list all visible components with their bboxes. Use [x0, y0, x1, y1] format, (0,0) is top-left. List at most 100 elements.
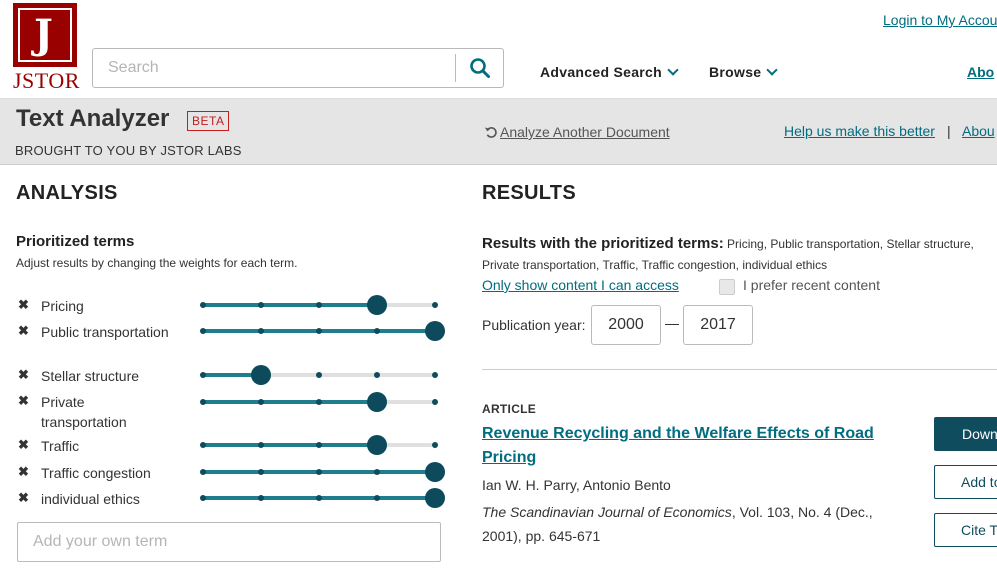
- slider-stop: [316, 302, 322, 308]
- slider-stop: [200, 328, 206, 334]
- slider-stop: [374, 495, 380, 501]
- jstor-logo[interactable]: J JSTOR: [13, 3, 79, 93]
- slider-handle[interactable]: [367, 392, 387, 412]
- slider-stop: [432, 372, 438, 378]
- term-weight-slider[interactable]: [200, 433, 441, 457]
- prefer-recent-checkbox[interactable]: [719, 279, 735, 295]
- prioritized-results-label: Results with the prioritized terms:: [482, 235, 724, 252]
- slider-stop: [432, 399, 438, 405]
- term-weight-slider[interactable]: [200, 486, 445, 510]
- about-link[interactable]: Abou: [962, 123, 995, 139]
- remove-term-icon[interactable]: ✖: [18, 392, 29, 410]
- prefer-recent-label: I prefer recent content: [743, 277, 880, 293]
- slider-stop: [374, 328, 380, 334]
- help-link[interactable]: Help us make this better: [784, 123, 935, 139]
- slider-stop: [200, 372, 206, 378]
- term-label: Traffic: [41, 438, 80, 454]
- slider-stop: [316, 442, 322, 448]
- nav-about-link[interactable]: Abo: [967, 64, 994, 80]
- publication-year-label: Publication year:: [482, 317, 586, 333]
- article-authors: Ian W. H. Parry, Antonio Bento: [482, 477, 671, 493]
- remove-term-icon[interactable]: ✖: [18, 436, 29, 454]
- term-label: Traffic congestion: [41, 465, 151, 481]
- download-button[interactable]: Down: [934, 417, 997, 451]
- slider-stop: [258, 469, 264, 475]
- remove-term-icon[interactable]: ✖: [18, 366, 29, 384]
- slider-stop: [200, 469, 206, 475]
- slider-handle[interactable]: [425, 488, 445, 508]
- term-label: Stellar structure: [41, 368, 140, 384]
- chevron-down-icon: [766, 64, 779, 76]
- article-title-link[interactable]: Revenue Recycling and the Welfare Effect…: [482, 422, 892, 470]
- nav-advanced-search[interactable]: Advanced Search: [540, 64, 679, 80]
- top-header: J JSTOR Advanced Search Browse Login to …: [0, 0, 997, 99]
- slider-handle[interactable]: [425, 462, 445, 482]
- slider-fill: [201, 400, 377, 404]
- remove-term-icon[interactable]: ✖: [18, 322, 29, 340]
- year-range-dash: [665, 324, 679, 325]
- nav-advanced-search-label: Advanced Search: [540, 64, 662, 80]
- article-citation: The Scandinavian Journal of Economics, V…: [482, 500, 902, 548]
- slider-stop: [200, 442, 206, 448]
- slider-handle[interactable]: [251, 365, 271, 385]
- term-label: Public transportation: [41, 324, 169, 340]
- search-input[interactable]: [93, 49, 454, 87]
- slider-fill: [201, 443, 377, 447]
- search-bar: [92, 48, 504, 88]
- journal-name: The Scandinavian Journal of Economics: [482, 504, 732, 520]
- chevron-down-icon: [667, 64, 679, 76]
- slider-stop: [258, 328, 264, 334]
- term-label: Private transportation: [41, 394, 127, 430]
- year-from-input[interactable]: 2000: [591, 305, 661, 345]
- slider-handle[interactable]: [367, 295, 387, 315]
- cite-button[interactable]: Cite T: [934, 513, 997, 547]
- analyze-another-label: Analyze Another Document: [500, 124, 670, 140]
- year-to-input[interactable]: 2017: [683, 305, 753, 345]
- term-weight-slider[interactable]: [200, 460, 445, 484]
- slider-fill: [201, 303, 377, 307]
- slider-stop: [258, 302, 264, 308]
- slider-stop: [200, 302, 206, 308]
- undo-icon: [484, 127, 497, 138]
- search-button[interactable]: [456, 49, 503, 87]
- slider-stop: [258, 442, 264, 448]
- nav-browse-label: Browse: [709, 64, 762, 80]
- slider-stop: [316, 328, 322, 334]
- slider-handle[interactable]: [425, 321, 445, 341]
- slider-stop: [432, 302, 438, 308]
- term-weight-slider[interactable]: [200, 319, 445, 343]
- page-title: Text Analyzer: [16, 105, 170, 132]
- slider-stop: [316, 372, 322, 378]
- remove-term-icon[interactable]: ✖: [18, 463, 29, 481]
- analyze-another-link[interactable]: Analyze Another Document: [484, 124, 670, 140]
- search-icon: [469, 58, 490, 78]
- only-show-accessible-link[interactable]: Only show content I can access: [482, 277, 679, 293]
- nav-browse[interactable]: Browse: [709, 64, 779, 80]
- remove-term-icon[interactable]: ✖: [18, 296, 29, 314]
- term-label: individual ethics: [41, 491, 140, 507]
- term-label: Pricing: [41, 298, 84, 314]
- slider-stop: [200, 495, 206, 501]
- term-weight-slider[interactable]: [200, 390, 441, 414]
- add-to-button[interactable]: Add to: [934, 465, 997, 499]
- term-weight-slider[interactable]: [200, 293, 441, 317]
- remove-term-icon[interactable]: ✖: [18, 489, 29, 507]
- slider-stop: [258, 495, 264, 501]
- slider-stop: [200, 399, 206, 405]
- slider-stop: [316, 399, 322, 405]
- prioritized-terms-title: Prioritized terms: [16, 233, 135, 250]
- slider-stop: [374, 372, 380, 378]
- slider-stop: [316, 495, 322, 501]
- results-divider: [482, 369, 997, 370]
- beta-badge: BETA: [187, 111, 230, 131]
- link-separator: |: [947, 123, 951, 139]
- slider-stop: [316, 469, 322, 475]
- add-term-input[interactable]: [18, 523, 440, 561]
- prioritized-terms-help: Adjust results by changing the weights f…: [16, 256, 298, 270]
- article-type: ARTICLE: [482, 402, 537, 416]
- term-weight-slider[interactable]: [200, 363, 441, 387]
- logo-wordmark: JSTOR: [13, 68, 80, 93]
- prioritized-results-summary: Results with the prioritized terms: Pric…: [482, 233, 997, 276]
- login-link[interactable]: Login to My Accou: [883, 12, 997, 28]
- slider-handle[interactable]: [367, 435, 387, 455]
